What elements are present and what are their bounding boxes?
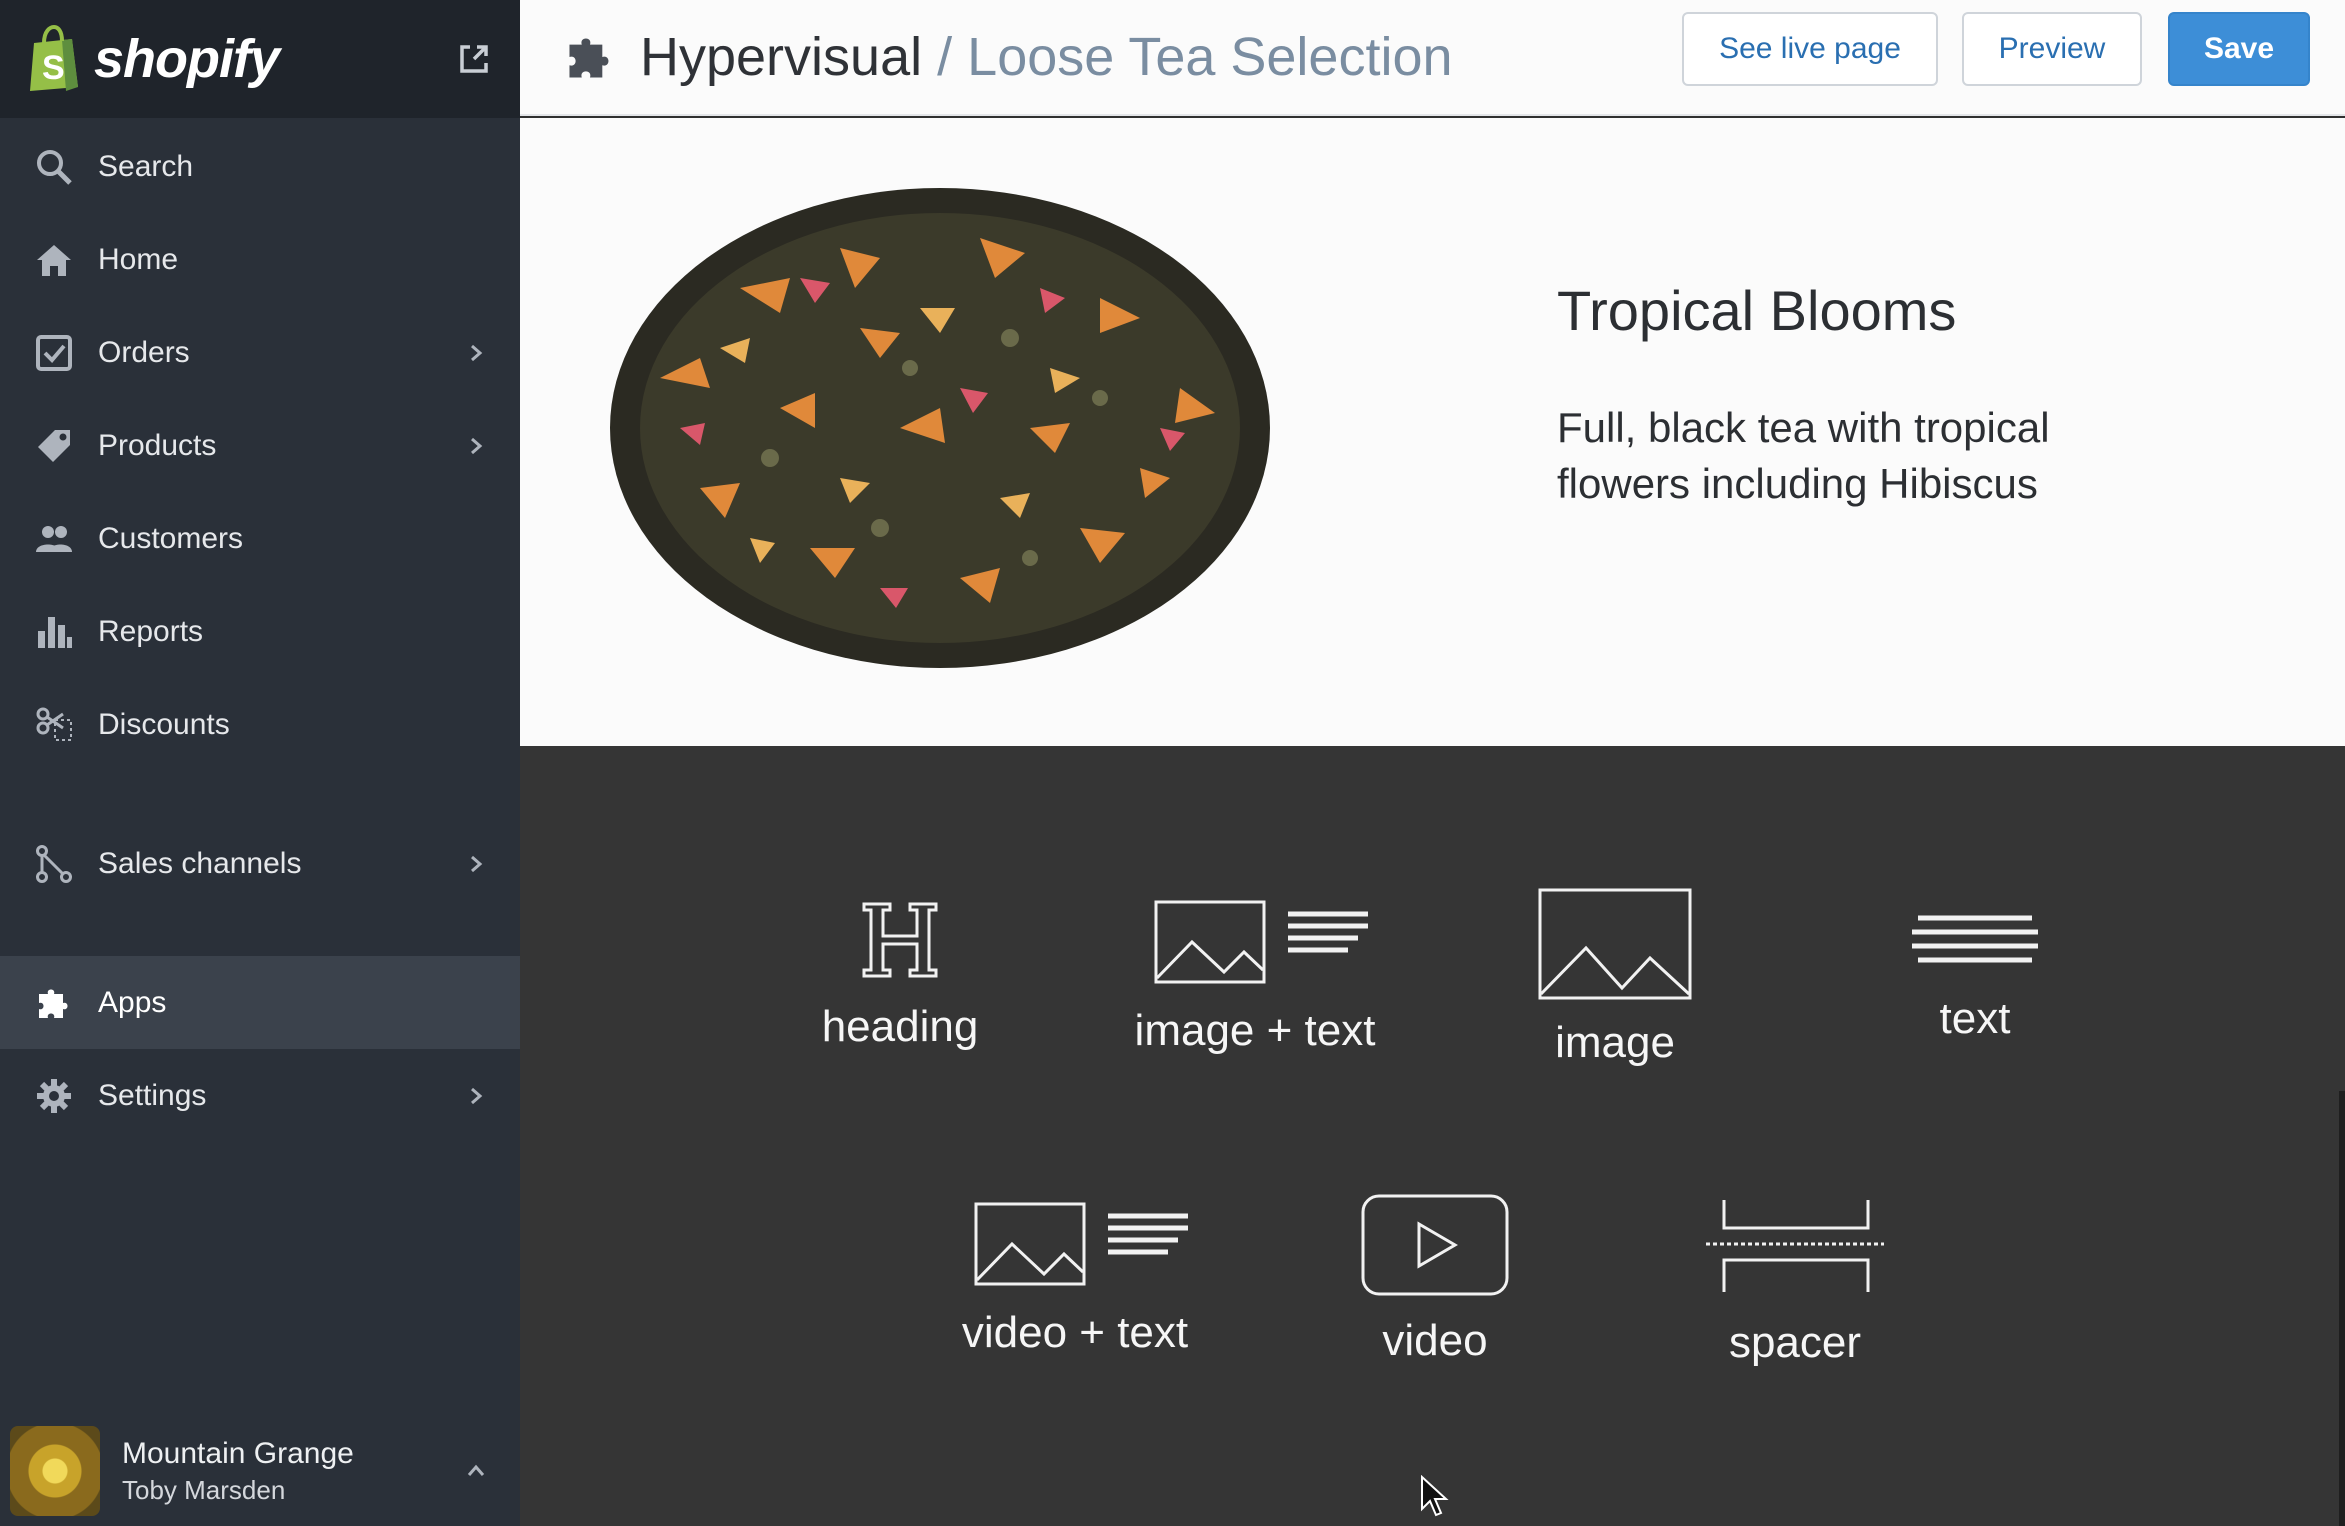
- nav-spacer: [0, 771, 520, 817]
- block-heading[interactable]: heading: [800, 900, 1000, 1052]
- save-button[interactable]: Save: [2168, 12, 2310, 86]
- svg-text:S: S: [42, 49, 65, 87]
- video-text-icon: [974, 1202, 1188, 1286]
- preview-button[interactable]: Preview: [1962, 12, 2142, 86]
- sidebar-item-home[interactable]: Home: [0, 213, 520, 306]
- text-lines-icon: [1912, 915, 2038, 963]
- channels-icon: [34, 844, 74, 884]
- sidebar-item-discounts[interactable]: Discounts: [0, 678, 520, 771]
- sidebar-item-sales-channels[interactable]: Sales channels: [0, 817, 520, 910]
- image-text-icon: [1154, 900, 1368, 984]
- chevron-right-icon: [471, 1087, 483, 1104]
- nav-spacer: [0, 910, 520, 956]
- gear-icon: [34, 1076, 74, 1116]
- play-icon: [1361, 1194, 1509, 1296]
- sidebar-item-orders[interactable]: Orders: [0, 306, 520, 399]
- sidebar-item-reports[interactable]: Reports: [0, 585, 520, 678]
- see-live-page-button[interactable]: See live page: [1682, 12, 1938, 86]
- sidebar-item-settings[interactable]: Settings: [0, 1049, 520, 1142]
- sidebar-item-label: Home: [98, 242, 179, 276]
- block-label: spacer: [1728, 1318, 1862, 1367]
- block-video[interactable]: video: [1340, 1194, 1530, 1366]
- app-topbar: Hypervisual / Loose Tea Selection See li…: [520, 0, 2345, 116]
- sidebar-item-label: Orders: [98, 335, 190, 369]
- product-preview-block[interactable]: Tropical Blooms Full, black tea with tro…: [520, 118, 2345, 746]
- block-picker: [520, 746, 2345, 1526]
- block-label: image: [1555, 1018, 1675, 1067]
- chevron-right-icon: [471, 855, 483, 872]
- sidebar-item-label: Sales channels: [98, 846, 302, 880]
- sidebar-nav: Search Home Orders Products Customers Re…: [0, 120, 520, 1142]
- image-icon: [1538, 888, 1692, 1000]
- block-label: text: [1939, 994, 2011, 1043]
- chevron-right-icon: [471, 437, 483, 454]
- search-icon: [34, 147, 74, 187]
- breadcrumb-separator: /: [937, 27, 953, 87]
- puzzle-icon: [34, 983, 74, 1023]
- block-label: image + text: [1134, 1006, 1376, 1055]
- brand-name: shopify: [94, 29, 280, 89]
- sidebar-item-label: Discounts: [98, 707, 230, 741]
- block-image[interactable]: image: [1520, 888, 1710, 1068]
- store-info: Mountain Grange Toby Marsden: [122, 1437, 354, 1506]
- store-switcher[interactable]: Mountain Grange Toby Marsden: [0, 1416, 520, 1526]
- spacer-icon: [1706, 1200, 1884, 1292]
- sidebar-item-label: Search: [98, 149, 194, 183]
- orders-icon: [34, 333, 74, 373]
- mouse-cursor-icon: [1421, 1475, 1449, 1517]
- sidebar-item-products[interactable]: Products: [0, 399, 520, 492]
- external-link-icon[interactable]: [456, 41, 492, 77]
- sidebar-header: S shopify: [0, 0, 520, 118]
- product-description: Full, black tea with tropical flowers in…: [1557, 404, 2050, 507]
- sidebar-item-label: Reports: [98, 614, 204, 648]
- breadcrumb-app[interactable]: Hypervisual: [640, 27, 922, 87]
- block-image-text[interactable]: image + text: [1130, 900, 1380, 1056]
- sidebar-item-apps[interactable]: Apps: [0, 956, 520, 1049]
- block-video-text[interactable]: video + text: [950, 1202, 1200, 1358]
- picker-scrollbar[interactable]: [2339, 1091, 2345, 1526]
- sidebar-item-search[interactable]: Search: [0, 120, 520, 213]
- store-name: Mountain Grange: [122, 1436, 354, 1470]
- discount-icon: [34, 705, 74, 745]
- product-title: Tropical Blooms: [1557, 279, 1957, 342]
- tea-image: [610, 188, 1270, 668]
- breadcrumb-page: Loose Tea Selection: [967, 27, 1453, 87]
- heading-icon: [862, 902, 938, 978]
- chevron-right-icon: [471, 344, 483, 361]
- sidebar-item-label: Products: [98, 428, 217, 462]
- sidebar: S shopify Search Home Orders Products Cu…: [0, 0, 520, 1526]
- sidebar-item-label: Apps: [98, 985, 167, 1019]
- block-label: heading: [821, 1002, 979, 1051]
- sidebar-item-customers[interactable]: Customers: [0, 492, 520, 585]
- sidebar-item-label: Settings: [98, 1078, 207, 1112]
- tag-icon: [34, 426, 74, 466]
- block-spacer[interactable]: spacer: [1700, 1198, 1890, 1368]
- chevron-up-icon: [467, 1464, 485, 1476]
- block-label: video + text: [961, 1308, 1189, 1357]
- puzzle-icon: [569, 38, 609, 78]
- block-label: video: [1382, 1316, 1488, 1365]
- home-icon: [34, 240, 74, 280]
- shopping-bag-icon: S: [30, 25, 78, 91]
- sidebar-item-label: Customers: [98, 521, 244, 555]
- shopify-logo[interactable]: S shopify: [28, 25, 280, 93]
- customers-icon: [34, 519, 74, 559]
- store-avatar: [10, 1426, 100, 1516]
- store-user: Toby Marsden: [122, 1474, 286, 1505]
- bar-chart-icon: [34, 612, 74, 652]
- breadcrumb: Hypervisual / Loose Tea Selection: [640, 26, 1453, 88]
- block-text[interactable]: text: [1880, 912, 2070, 1044]
